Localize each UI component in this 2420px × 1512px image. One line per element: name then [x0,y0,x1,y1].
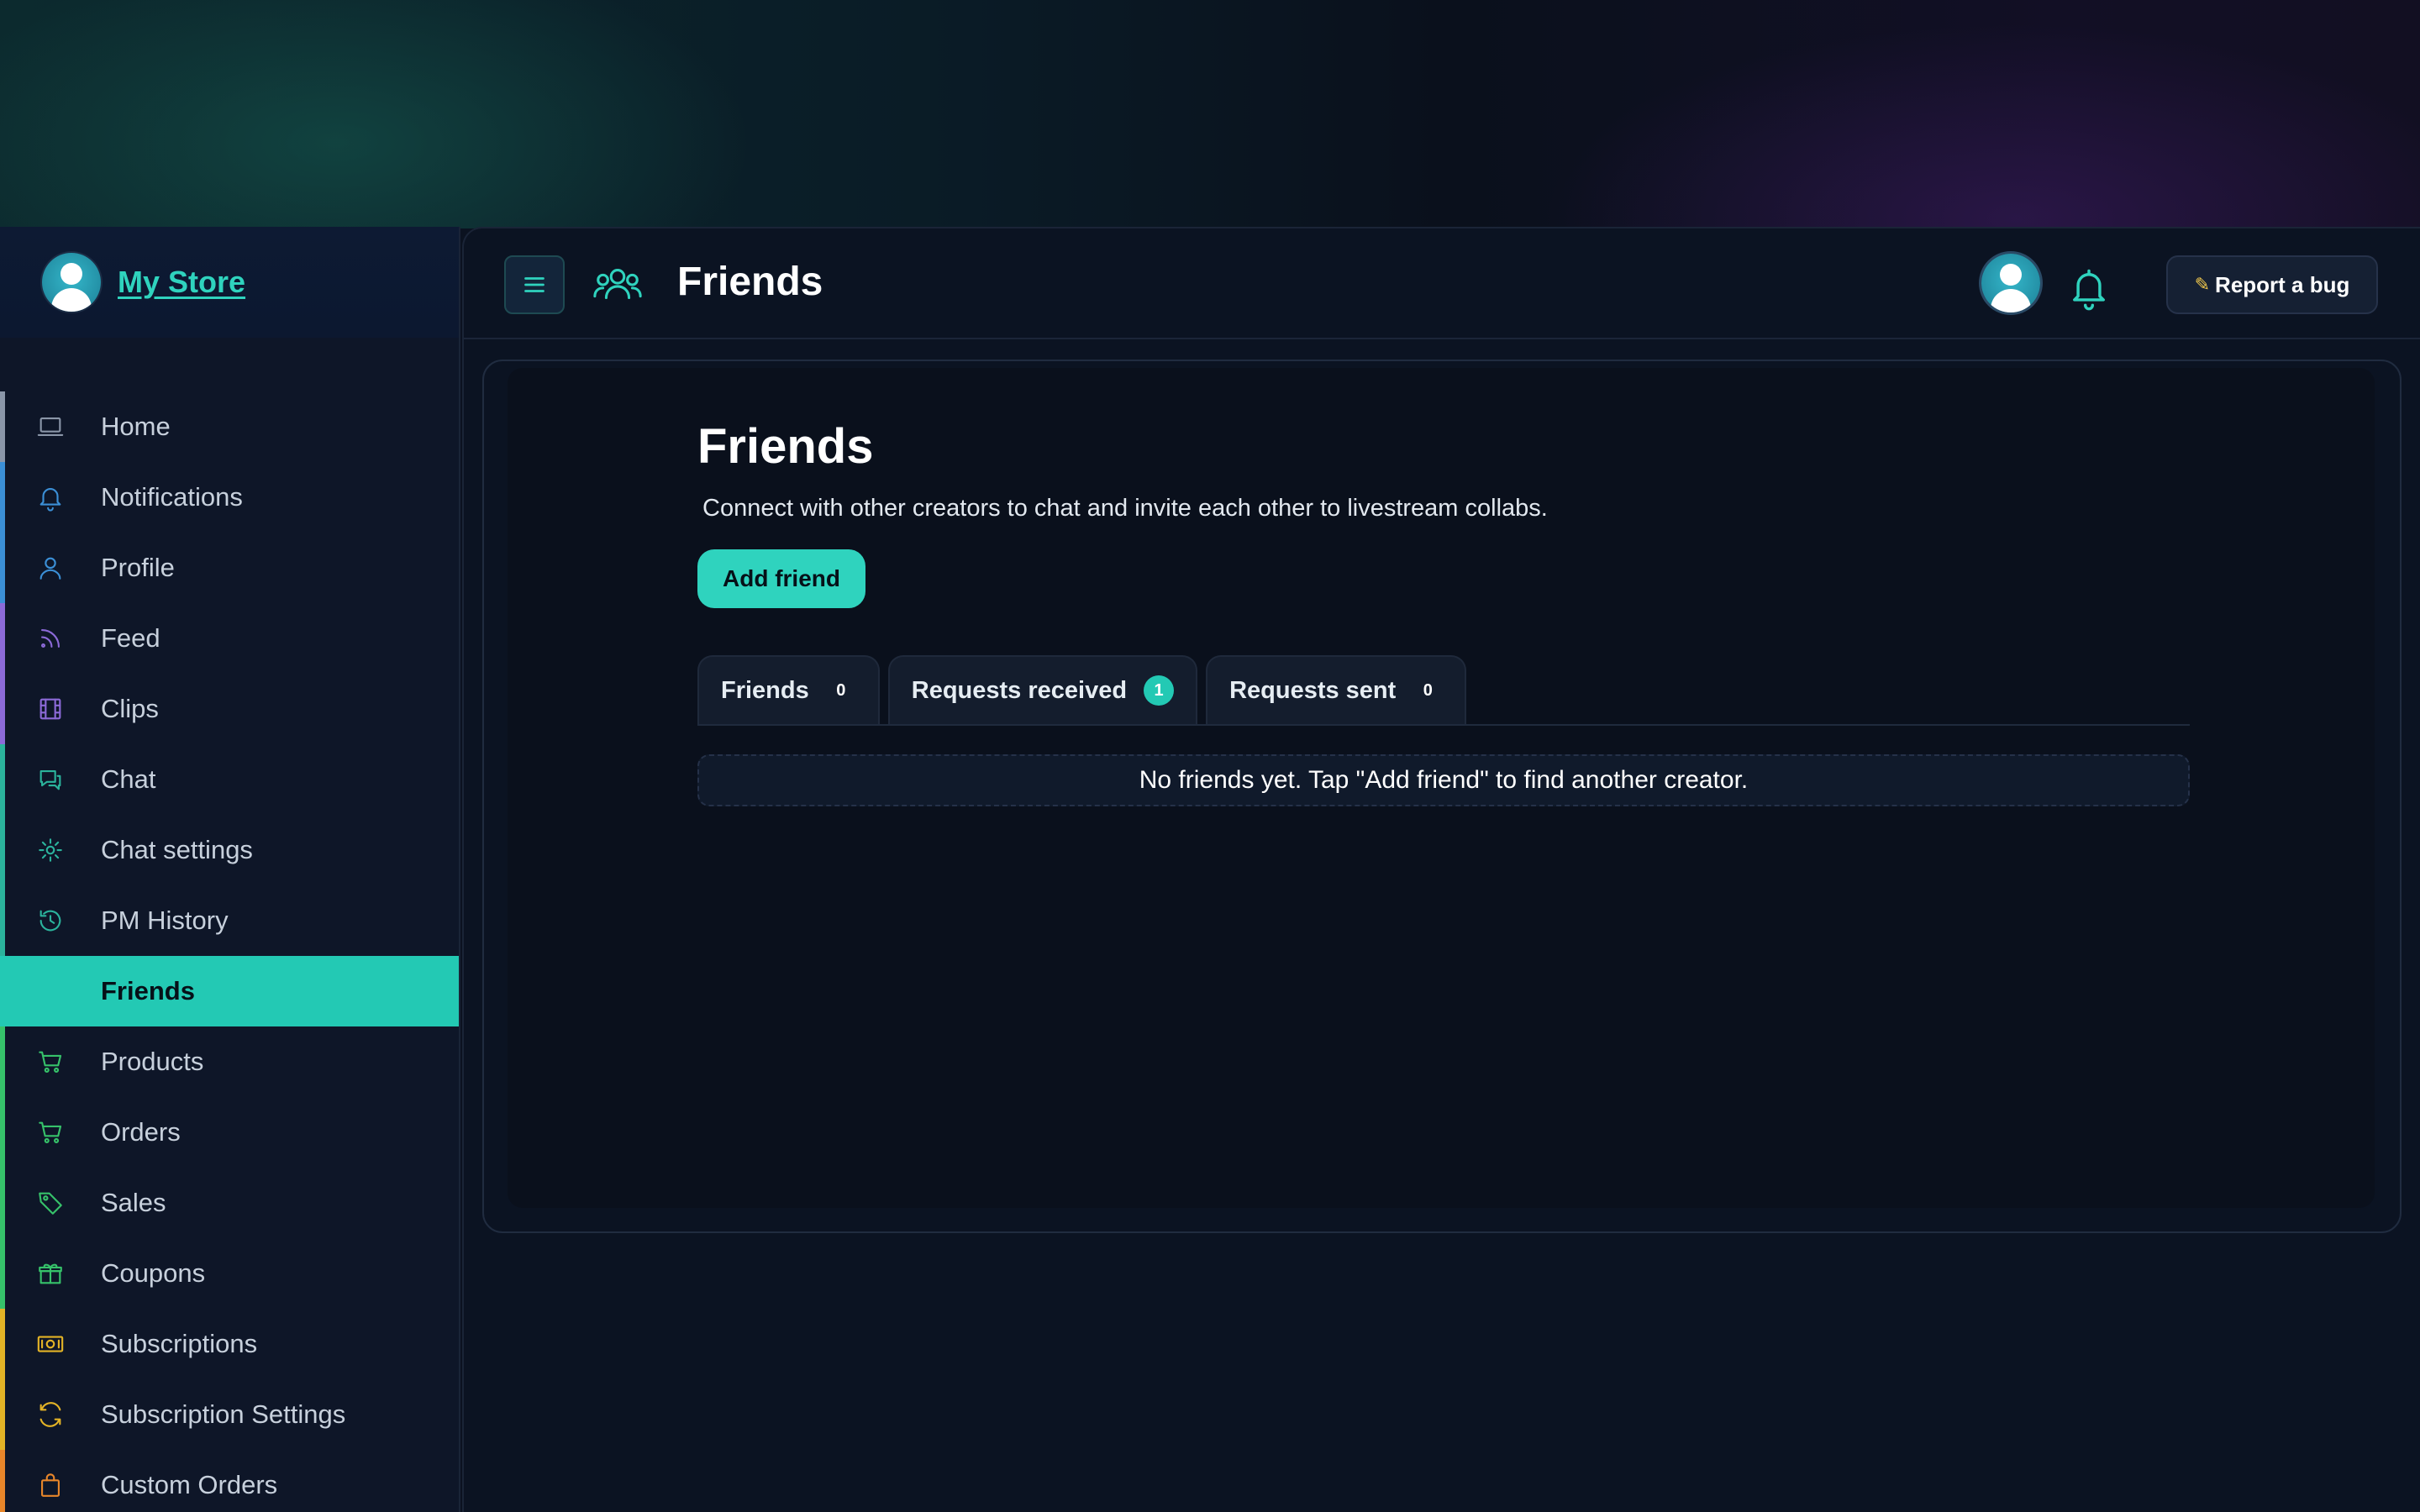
tab-friends[interactable]: Friends 0 [697,655,880,724]
refresh-icon [34,1398,67,1431]
history-icon [34,904,67,937]
sidebar-item-clips[interactable]: Clips [0,674,459,744]
bag-icon [34,1468,67,1502]
sidebar-item-accent-bar [0,603,5,674]
sidebar-item-chat[interactable]: Chat [0,744,459,815]
pencil-icon: ✎ [2194,274,2211,295]
film-icon [34,692,67,726]
sidebar-item-orders[interactable]: Orders [0,1097,459,1168]
sidebar-item-products[interactable]: Products [0,1026,459,1097]
sidebar: My Store Home Notifications Profile Feed Cli… [0,227,460,1512]
sidebar-item-label: PM History [101,906,229,935]
sidebar-item-accent-bar [0,391,5,462]
cart-icon [34,1045,67,1079]
friends-tabs: Friends 0 Requests received 1 Requests s… [697,655,2190,726]
money-icon [34,1327,67,1361]
tab-label: Requests sent [1229,676,1397,704]
sidebar-item-custom-orders[interactable]: Custom Orders [0,1450,459,1512]
sidebar-item-label: Subscriptions [101,1329,258,1358]
sidebar-item-accent-bar [0,533,5,603]
main-panel: Friends ✎ Report a bug Friends Connect w… [462,227,2420,1512]
sidebar-item-notifications[interactable]: Notifications [0,462,459,533]
empty-state-message: No friends yet. Tap "Add friend" to find… [697,754,2190,806]
friends-card: Friends Connect with other creators to c… [482,360,2402,1233]
sidebar-item-label: Chat [101,764,156,794]
sidebar-item-accent-bar [0,1026,5,1097]
tab-requests-received[interactable]: Requests received 1 [887,655,1198,724]
sidebar-item-chat-settings[interactable]: Chat settings [0,815,459,885]
user-icon [34,551,67,585]
sidebar-item-label: Coupons [101,1258,206,1288]
tab-requests-sent[interactable]: Requests sent 0 [1206,655,1467,724]
people-icon [593,269,642,300]
top-header: Friends ✎ Report a bug [464,228,2420,339]
sidebar-item-label: Products [101,1047,204,1076]
sidebar-item-label: Orders [101,1117,181,1147]
sidebar-item-accent-bar [0,1238,5,1309]
sidebar-item-label: Notifications [101,482,243,512]
sidebar-item-home[interactable]: Home [0,391,459,462]
sidebar-item-accent-bar [0,885,5,956]
sidebar-item-accent-bar [0,1450,5,1512]
sidebar-item-accent-bar [0,815,5,885]
sidebar-item-accent-bar [0,1379,5,1450]
sidebar-item-profile[interactable]: Profile [0,533,459,603]
sidebar-nav: Home Notifications Profile Feed Clips Chat Cha… [0,391,459,1512]
sidebar-item-accent-bar [0,1168,5,1238]
brand: My Store [0,227,459,338]
cart-icon [34,1116,67,1149]
header-title: Friends [677,260,823,304]
tab-label: Requests received [911,676,1128,704]
sidebar-item-label: Sales [101,1188,166,1217]
tab-count-badge: 0 [836,680,846,700]
sidebar-item-accent-bar [0,674,5,744]
bell-icon [34,480,67,514]
sidebar-item-label: Clips [101,694,159,723]
sidebar-item-label: Home [101,412,171,441]
report-bug-button[interactable]: ✎ Report a bug [2166,255,2378,314]
sidebar-item-friends[interactable]: Friends [0,956,459,1026]
sidebar-item-accent-bar [0,462,5,533]
sidebar-item-pm-history[interactable]: PM History [0,885,459,956]
notifications-bell-icon[interactable] [2067,265,2111,312]
sidebar-item-accent-bar [0,744,5,815]
tab-label: Friends [721,676,809,704]
tab-count-badge: 1 [1144,675,1175,706]
report-bug-label: Report a bug [2215,271,2350,297]
sidebar-item-label: Friends [101,976,195,1005]
sidebar-item-label: Subscription Settings [101,1399,346,1429]
sidebar-item-feed[interactable]: Feed [0,603,459,674]
store-name-link[interactable]: My Store [118,265,245,300]
sidebar-item-label: Chat settings [101,835,253,864]
sidebar-item-accent-bar [0,1097,5,1168]
sidebar-item-label: Feed [101,623,160,653]
top-background [0,0,2420,228]
store-avatar[interactable] [42,253,101,312]
laptop-icon [34,410,67,444]
card-inner: Friends Connect with other creators to c… [508,368,2375,1208]
rss-icon [34,622,67,655]
chat-icon [34,763,67,796]
friends-content: Friends Connect with other creators to c… [697,418,2190,806]
sidebar-item-accent-bar [0,956,5,1026]
menu-toggle-button[interactable] [504,255,565,314]
sidebar-item-coupons[interactable]: Coupons [0,1238,459,1309]
tab-count-badge: 0 [1423,680,1433,700]
hamburger-icon [524,277,544,292]
page-title: Friends [697,419,874,474]
sidebar-item-accent-bar [0,1309,5,1379]
gift-icon [34,1257,67,1290]
user-avatar[interactable] [1981,254,2040,312]
sidebar-item-subscriptions[interactable]: Subscriptions [0,1309,459,1379]
gear-icon [34,833,67,867]
sidebar-item-label: Profile [101,553,175,582]
tag-icon [34,1186,67,1220]
sidebar-item-label: Custom Orders [101,1470,278,1499]
sidebar-item-sales[interactable]: Sales [0,1168,459,1238]
add-friend-button[interactable]: Add friend [697,549,865,608]
sidebar-item-subscription-settings[interactable]: Subscription Settings [0,1379,459,1450]
page-description: Connect with other creators to chat and … [702,495,1548,522]
